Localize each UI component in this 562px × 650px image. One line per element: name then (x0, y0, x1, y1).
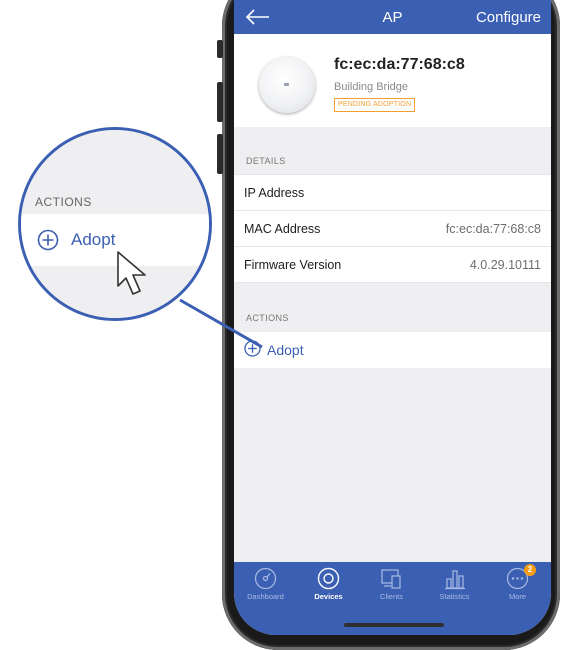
device-image (259, 57, 315, 113)
detail-row-ip-address: IP Address (234, 174, 551, 210)
tab-label: Statistics (439, 592, 470, 601)
mouse-cursor-icon (117, 251, 146, 295)
phone-volume-up (217, 82, 223, 122)
device-card: fc:ec:da:77:68:c8 Building Bridge PENDIN… (234, 34, 551, 127)
adopt-label: Adopt (267, 342, 304, 358)
zoom-background-bottom (21, 266, 209, 318)
tab-label: More (508, 592, 527, 601)
phone-side-button (217, 40, 223, 58)
tab-more[interactable]: 2 More (486, 562, 549, 635)
detail-value: fc:ec:da:77:68:c8 (445, 222, 541, 236)
empty-content-area (234, 368, 551, 562)
actions-section-header: ACTIONS (234, 283, 551, 332)
detail-row-firmware-version: Firmware Version 4.0.29.10111 (234, 246, 551, 283)
plus-circle-icon (244, 340, 261, 357)
statistics-icon (445, 570, 465, 590)
tab-label: Clients (380, 592, 403, 601)
clients-icon (381, 569, 401, 589)
details-section-label: DETAILS (246, 156, 286, 166)
device-name: fc:ec:da:77:68:c8 (334, 56, 465, 73)
notification-badge: 2 (524, 564, 536, 576)
zoom-adopt-label: Adopt (71, 230, 116, 249)
actions-section-label: ACTIONS (246, 313, 289, 323)
details-section-header: DETAILS (234, 127, 551, 174)
nav-header: AP Configure (234, 0, 551, 34)
zoom-background (21, 130, 209, 176)
tab-label: Devices (314, 592, 343, 601)
device-model: Building Bridge (334, 81, 408, 93)
tab-label: Dashboard (247, 592, 284, 601)
configure-button[interactable]: Configure (476, 9, 541, 26)
tab-dashboard[interactable]: Dashboard (234, 562, 297, 635)
status-badge: PENDING ADOPTION (334, 98, 416, 112)
zoom-plus-circle-icon (37, 229, 59, 251)
detail-label: Firmware Version (244, 258, 342, 272)
devices-icon (317, 567, 340, 590)
device-led (284, 83, 289, 86)
home-indicator (344, 623, 444, 627)
dashboard-icon (254, 567, 277, 590)
app-screen: AP Configure fc:ec:da:77:68:c8 Building … (234, 0, 551, 635)
detail-label: MAC Address (244, 222, 321, 236)
zoom-magnifier: ACTIONS Adopt (18, 127, 212, 321)
zoom-actions-label: ACTIONS (35, 195, 92, 209)
adopt-button[interactable]: Adopt (234, 332, 551, 368)
detail-label: IP Address (244, 186, 305, 200)
detail-row-mac-address: MAC Address fc:ec:da:77:68:c8 (234, 210, 551, 246)
detail-value: 4.0.29.10111 (469, 258, 541, 272)
phone-volume-down (217, 134, 223, 174)
